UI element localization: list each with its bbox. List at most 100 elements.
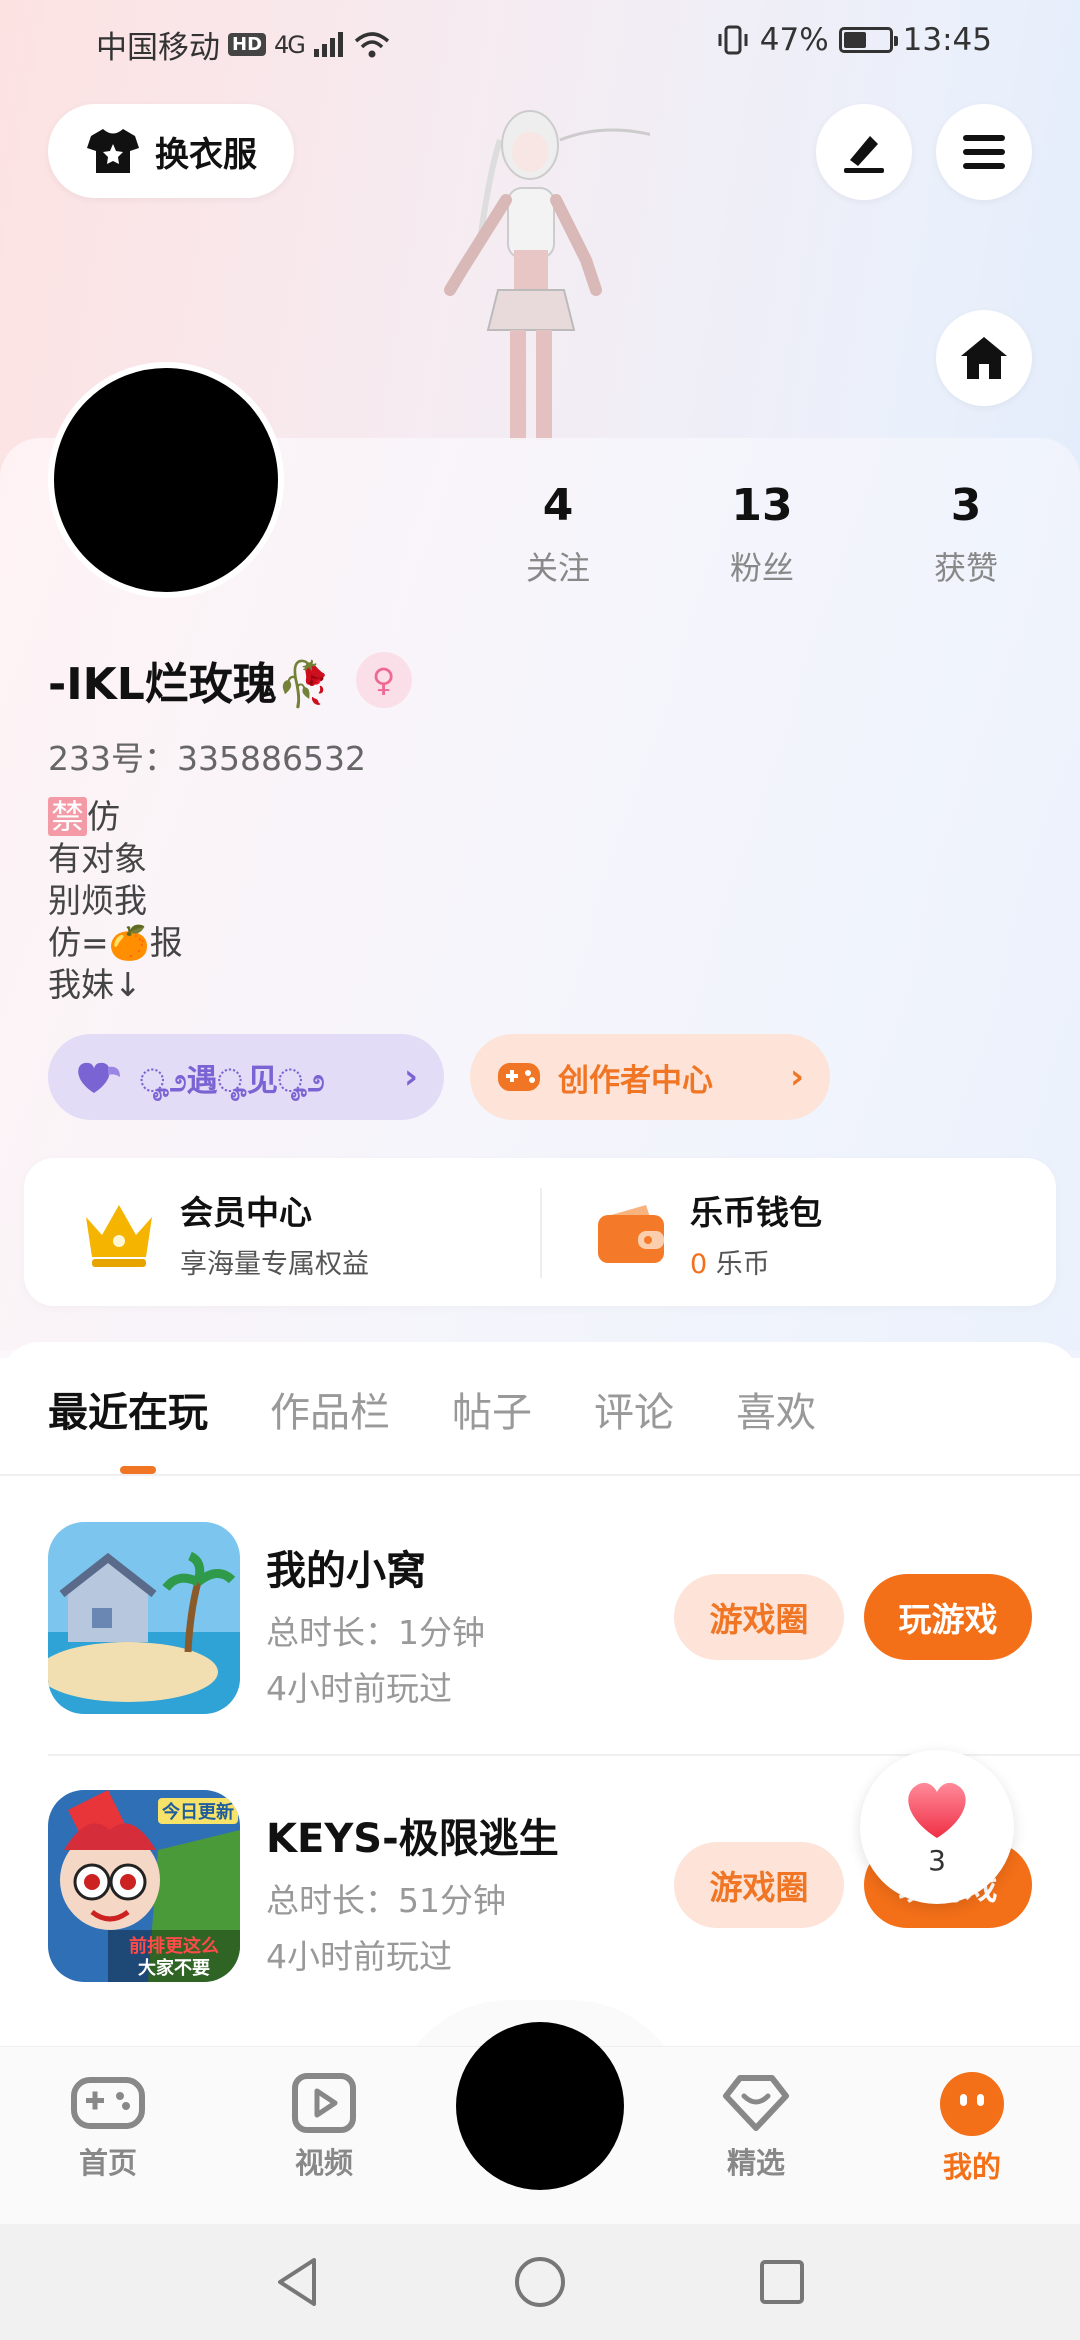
back-icon[interactable] [270, 2254, 326, 2310]
game-title: 我的小窝 [266, 1548, 426, 1594]
home-circle-icon[interactable] [512, 2254, 568, 2310]
wifi-icon [354, 31, 390, 57]
battery-icon [838, 27, 898, 53]
wallet-unit: 乐币 [715, 1249, 770, 1280]
crown-icon [86, 1204, 152, 1267]
game-icon-keys[interactable]: 今日更新 前排更这么 大家不要 [48, 1790, 240, 1982]
like-count: 3 [928, 1843, 946, 1877]
play-video-icon [292, 2073, 356, 2133]
icon-caption-text: 大家不要 [138, 1957, 210, 1979]
game-circle-button[interactable]: 游戏圈 [674, 1574, 844, 1660]
diamond-heart-icon [723, 2075, 789, 2131]
status-bar: 中国移动 HD 4G 47% 13:45 [0, 0, 1080, 86]
followers-count: 13 [731, 480, 793, 531]
icon-badge-text: 今日更新 [162, 1801, 234, 1823]
creator-center-label: 创作者中心 [558, 1062, 713, 1099]
followers-label: 粉丝 [729, 549, 794, 587]
hd-icon: HD [228, 33, 267, 56]
nav-featured[interactable]: 精选 [686, 2070, 826, 2182]
nav-home[interactable]: 首页 [38, 2070, 178, 2182]
member-card: 会员中心 享海量专属权益 乐币钱包 0 乐币 [24, 1158, 1056, 1306]
carrier-name: 中国移动 [96, 30, 220, 66]
wallet-amount: 0 [690, 1249, 708, 1280]
battery-percent: 47% [759, 22, 829, 58]
divider [0, 1474, 1080, 1476]
bio-line: 仿=🍊报 [48, 923, 183, 962]
chevron-right-icon: › [789, 1057, 804, 1097]
bio-line: 有对象 [48, 839, 147, 878]
vibrate-icon [718, 25, 748, 55]
wallet-icon [598, 1204, 664, 1263]
avatar[interactable] [48, 362, 284, 598]
center-action-button[interactable] [456, 2022, 624, 2190]
nav-label: 我的 [942, 2150, 1001, 2184]
tab-likes[interactable]: 喜欢 [736, 1380, 816, 1438]
change-outfit-button[interactable]: 换衣服 [48, 104, 294, 198]
username-row: -IKL烂玫瑰🥀 ♀ [48, 648, 412, 712]
following-stat[interactable]: 4 关注 [478, 480, 638, 589]
list-item[interactable]: 我的小窝 总时长：1分钟 4小时前玩过 游戏圈 玩游戏 [48, 1522, 1032, 1732]
bio-line: 仿 [87, 797, 120, 836]
clock: 13:45 [902, 22, 992, 58]
gamepad-icon [498, 1063, 540, 1091]
game-circle-button[interactable]: 游戏圈 [674, 1842, 844, 1928]
signal-icon [313, 31, 343, 57]
followers-stat[interactable]: 13 粉丝 [682, 480, 842, 589]
following-count: 4 [542, 480, 574, 531]
nav-video[interactable]: 视频 [254, 2070, 394, 2182]
tab-posts[interactable]: 帖子 [452, 1380, 532, 1438]
bio-line: 我妹↓ [48, 965, 142, 1004]
edit-profile-button[interactable] [816, 104, 912, 200]
gamepad-icon [71, 2077, 145, 2129]
chevron-right-icon: › [403, 1057, 418, 1097]
home-space-button[interactable] [936, 310, 1032, 406]
heart-wing-icon [78, 1062, 120, 1093]
icon-caption-text: 前排更这么 [129, 1935, 219, 1957]
game-duration: 总时长：1分钟 [266, 1613, 485, 1652]
game-last-played: 4小时前玩过 [266, 1669, 452, 1708]
system-nav-bar [0, 2224, 1080, 2340]
bio-line: 别烦我 [48, 881, 147, 920]
game-title: KEYS-极限逃生 [266, 1816, 559, 1862]
game-last-played: 4小时前玩过 [266, 1937, 452, 1976]
likes-label: 获赞 [933, 549, 998, 587]
menu-button[interactable] [936, 104, 1032, 200]
wallet-button[interactable]: 乐币钱包 0 乐币 [594, 1186, 822, 1281]
vip-center-button[interactable]: 会员中心 享海量专属权益 [80, 1186, 369, 1281]
vip-title: 会员中心 [180, 1193, 312, 1232]
bio: 禁仿 有对象 别烦我 仿=🍊报 我妹↓ [48, 796, 183, 1006]
ban-tag: 禁 [48, 797, 87, 836]
game-duration: 总时长：51分钟 [266, 1881, 506, 1920]
user-id[interactable]: 233号：335886532 [48, 732, 366, 780]
tab-comments[interactable]: 评论 [594, 1380, 674, 1438]
nav-label: 视频 [294, 2146, 353, 2180]
nav-me[interactable]: 我的 [902, 2070, 1042, 2186]
meet-label: ೄ೨遇ೄ见ೄ೨ [140, 1062, 325, 1099]
avatar-character-image[interactable] [410, 100, 671, 440]
divider [540, 1188, 542, 1278]
profile-tabs: 最近在玩 作品栏 帖子 评论 喜欢 [48, 1380, 816, 1438]
floating-like-button[interactable]: 3 [860, 1750, 1014, 1904]
heart-icon [908, 1782, 966, 1838]
username: -IKL烂玫瑰🥀 [48, 659, 332, 710]
play-game-button[interactable]: 玩游戏 [864, 1574, 1032, 1660]
game-icon-my-nest[interactable] [48, 1522, 240, 1714]
shirt-icon [87, 129, 139, 173]
tab-works[interactable]: 作品栏 [270, 1380, 390, 1438]
vip-subtitle: 享海量专属权益 [180, 1249, 369, 1280]
profile-face-icon [940, 2072, 1004, 2136]
likes-stat[interactable]: 3 获赞 [886, 480, 1046, 589]
wallet-title: 乐币钱包 [690, 1193, 822, 1232]
likes-count: 3 [950, 480, 982, 531]
change-outfit-label: 换衣服 [155, 134, 257, 175]
female-gender-icon: ♀ [355, 652, 412, 708]
house-icon [961, 337, 1007, 379]
pen-icon [844, 136, 884, 173]
creator-center-button[interactable]: 创作者中心 › [470, 1034, 830, 1120]
tab-recently-played[interactable]: 最近在玩 [48, 1380, 208, 1438]
active-tab-indicator [120, 1466, 156, 1474]
meet-button[interactable]: ೄ೨遇ೄ见ೄ೨ › [48, 1034, 444, 1120]
recents-icon[interactable] [754, 2254, 810, 2310]
menu-icon [963, 135, 1005, 169]
nav-label: 精选 [726, 2146, 785, 2180]
